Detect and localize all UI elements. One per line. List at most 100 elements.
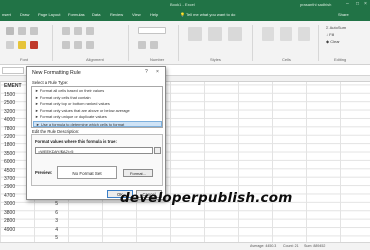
status-bar: Average: 4450.3 Count: 21 Sum: 889452 [0,242,370,250]
table-cell[interactable]: 4000 [4,117,26,123]
divider [52,25,53,61]
rule-type-list[interactable]: ► Format all cells based on their values… [31,86,163,128]
divider [128,25,129,61]
formula-input[interactable]: =WEEKDAY($A2)>5 [35,147,153,154]
conditional-formatting-icon[interactable] [188,27,202,41]
format-as-table-icon[interactable] [208,27,222,41]
status-count: Count: 21 [283,244,299,248]
help-icon[interactable]: ? [145,69,148,75]
align-left-icon[interactable] [62,41,70,49]
list-item[interactable]: ► Format only cells that contain [33,95,162,101]
group-font: Font [20,57,29,62]
user-name[interactable]: prasanthi sadhish [300,2,331,7]
range-selector-icon[interactable] [154,147,161,154]
align-right-icon[interactable] [86,41,94,49]
ribbon-tabs: nsert Draw Page Layout Formulas Data Rev… [0,10,370,21]
percent-icon[interactable] [150,41,158,49]
table-cell[interactable]: 4900 [4,227,26,233]
align-middle-icon[interactable] [74,27,82,35]
table-cell[interactable]: 5 [50,235,58,241]
tell-me-search[interactable]: 💡 Tell me what you want to do [180,12,235,17]
divider [318,25,319,61]
number-format-select[interactable] [138,27,166,34]
title-bar: Book1 - Excel prasanthi sadhish – □ × [0,0,370,10]
fill-button[interactable]: ↓ Fill [326,32,334,37]
align-top-icon[interactable] [62,27,70,35]
list-item[interactable]: ► Format only top or bottom ranked value… [33,101,162,107]
insert-cells-icon[interactable] [262,27,274,41]
autosum-label: AutoSum [329,25,347,30]
group-alignment: Alignment [86,57,104,62]
clear-label: Clear [330,39,340,44]
group-cells: Cells [282,57,291,62]
fill-label: Fill [329,32,335,37]
status-average: Average: 4450.3 [250,244,277,248]
format-button[interactable]: Format... [123,169,153,177]
close-icon[interactable]: × [156,69,159,75]
align-bottom-icon[interactable] [86,27,94,35]
share-button[interactable]: Share [338,12,349,17]
new-formatting-rule-dialog: New Formatting Rule ? × Select a Rule Ty… [26,66,166,200]
tab-help[interactable]: Help [150,12,158,17]
tab-view[interactable]: View [132,12,141,17]
table-cell[interactable]: 3 [50,218,58,224]
tab-formulas[interactable]: Formulas [68,12,85,17]
autosum-button[interactable]: Σ AutoSum [326,25,346,30]
tab-data[interactable]: Data [92,12,100,17]
preview-label: Preview: [35,170,53,175]
ribbon: Font Alignment Number Styles Cells Σ Aut… [0,21,370,65]
underline-icon[interactable] [30,27,38,35]
table-cell[interactable]: 3000 [4,201,26,207]
close-window-icon[interactable]: × [364,1,367,7]
font-color-icon[interactable] [30,41,38,49]
column-header-label[interactable]: EMENT [4,83,26,89]
list-item-selected[interactable]: ► Use a formula to determine which cells… [33,120,162,127]
list-item[interactable]: ► Format only unique or duplicate values [33,114,162,120]
delete-cells-icon[interactable] [280,27,292,41]
group-styles: Styles [210,57,221,62]
italic-icon[interactable] [18,27,26,35]
table-cell[interactable]: 6000 [4,159,26,165]
table-cell[interactable]: 3700 [4,176,26,182]
app-title: Book1 - Excel [170,2,195,7]
table-cell[interactable]: 5 [50,201,58,207]
table-cell[interactable]: 2900 [4,184,26,190]
group-editing: Editing [334,57,347,62]
align-center-icon[interactable] [74,41,82,49]
divider [178,25,179,61]
tab-review[interactable]: Review [110,12,123,17]
format-cells-icon[interactable] [298,27,310,41]
border-icon[interactable] [6,41,14,49]
list-item[interactable]: ► Format only values that are above or b… [33,108,162,114]
currency-icon[interactable] [138,41,146,49]
table-cell[interactable]: 3500 [4,151,26,157]
table-cell[interactable]: 4 [50,227,58,233]
table-cell[interactable]: 2800 [4,218,26,224]
cell-styles-icon[interactable] [228,27,242,41]
list-item[interactable]: ► Format all cells based on their values [33,88,162,94]
table-cell[interactable]: 7800 [4,126,26,132]
dialog-title: New Formatting Rule [32,70,81,76]
clear-button[interactable]: ◆ Clear [326,39,340,44]
table-cell[interactable]: 1500 [4,92,26,98]
tab-insert[interactable]: nsert [2,12,11,17]
name-box[interactable] [2,67,24,74]
table-cell[interactable]: 3200 [4,109,26,115]
divider [252,25,253,61]
bold-icon[interactable] [6,27,14,35]
formula-label: Format values where this formula is true… [35,139,117,144]
table-cell[interactable]: 2200 [4,134,26,140]
tab-page-layout[interactable]: Page Layout [38,12,60,17]
table-cell[interactable]: 3800 [4,210,26,216]
fill-color-icon[interactable] [18,41,26,49]
table-cell[interactable]: 1800 [4,142,26,148]
table-cell[interactable]: 4500 [4,168,26,174]
table-cell[interactable]: 6 [50,210,58,216]
minimize-icon[interactable]: – [346,1,349,7]
tab-draw[interactable]: Draw [20,12,29,17]
table-cell[interactable]: 2500 [4,100,26,106]
preview-box: No Format Set [57,166,117,179]
watermark: developerpublish.com [120,190,293,206]
restore-icon[interactable]: □ [356,1,359,7]
table-cell[interactable]: 4700 [4,193,26,199]
